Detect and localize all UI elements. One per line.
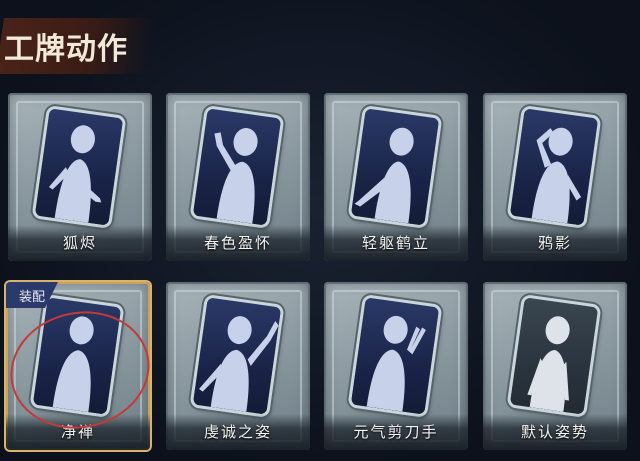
card-label: 轻躯鹤立 — [361, 234, 430, 252]
pose-portrait — [350, 297, 440, 415]
emote-card-jingchan[interactable]: 装配 净禅 — [6, 282, 150, 450]
page-title: 工牌动作 — [4, 32, 128, 67]
pose-portrait — [509, 108, 599, 226]
emote-card-chunse[interactable]: 春色盈怀 — [166, 93, 310, 261]
card-label: 元气剪刀手 — [353, 423, 439, 441]
emote-card-default[interactable]: 默认姿势 — [483, 282, 627, 450]
pose-portrait — [34, 108, 124, 226]
silhouette-icon — [48, 125, 102, 223]
pose-portrait — [350, 108, 440, 226]
silhouette-icon — [527, 316, 570, 412]
emote-card-qiancheng[interactable]: 虔诚之姿 — [166, 282, 310, 450]
pose-portrait — [509, 297, 599, 415]
silhouette-icon — [531, 127, 582, 224]
card-label: 狐烬 — [62, 234, 97, 252]
pose-portrait — [192, 108, 282, 226]
emote-card-yaying[interactable]: 鸦影 — [483, 93, 627, 261]
card-label: 鸦影 — [537, 234, 572, 252]
silhouette-icon — [366, 315, 426, 412]
emote-card-huyin[interactable]: 狐烬 — [8, 93, 152, 261]
silhouette-icon — [354, 127, 414, 224]
card-label: 虔诚之姿 — [203, 423, 272, 441]
card-label: 春色盈怀 — [203, 234, 272, 252]
silhouette-icon — [199, 316, 279, 412]
card-label: 默认姿势 — [520, 423, 589, 441]
emote-card-yuanqi[interactable]: 元气剪刀手 — [324, 282, 468, 450]
emote-card-qingqu[interactable]: 轻躯鹤立 — [324, 93, 468, 261]
silhouette-icon — [214, 127, 258, 224]
section-header: 工牌动作 — [0, 12, 170, 78]
pose-portrait — [192, 297, 282, 415]
